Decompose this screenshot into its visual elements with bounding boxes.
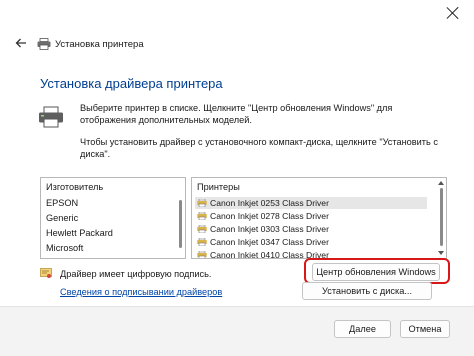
list-item[interactable]: Generic	[46, 213, 78, 223]
list-item[interactable]: EPSON	[46, 198, 78, 208]
page-heading: Установка драйвера принтера	[40, 76, 223, 91]
scrollbar[interactable]	[179, 200, 182, 248]
list-item[interactable]: Hewlett Packard	[46, 228, 113, 238]
list-item[interactable]: Canon Inkjet 0410 Class Driver	[195, 249, 427, 258]
have-disk-button[interactable]: Установить с диска...	[302, 282, 432, 300]
driver-signing-link[interactable]: Сведения о подписывании драйверов	[60, 287, 222, 297]
printer-driver-name: Canon Inkjet 0303 Class Driver	[210, 224, 329, 234]
scroll-up-icon[interactable]	[438, 181, 444, 185]
printer-driver-name: Canon Inkjet 0410 Class Driver	[210, 250, 329, 258]
list-item[interactable]: Canon Inkjet 0347 Class Driver	[195, 236, 427, 248]
certificate-icon	[40, 268, 52, 278]
scrollbar[interactable]	[440, 188, 443, 246]
window-title: Установка принтера	[55, 39, 144, 50]
highlight-box	[304, 258, 450, 284]
list-item[interactable]: Microsoft	[46, 243, 83, 253]
list-item[interactable]: Canon Inkjet 0253 Class Driver	[195, 197, 427, 209]
manufacturer-list[interactable]: Изготовитель EPSON Generic Hewlett Packa…	[40, 177, 186, 259]
printer-list-header: Принтеры	[197, 182, 240, 192]
printer-icon	[39, 106, 63, 128]
printer-icon	[197, 238, 207, 246]
manufacturer-list-header: Изготовитель	[46, 182, 104, 192]
next-button[interactable]: Далее	[334, 320, 391, 338]
title-bar	[0, 0, 474, 30]
list-item[interactable]: Canon Inkjet 0303 Class Driver	[195, 223, 427, 235]
printer-icon	[197, 199, 207, 207]
printer-driver-name: Canon Inkjet 0347 Class Driver	[210, 237, 329, 247]
description-install-from-disk: Чтобы установить драйвер с установочного…	[80, 137, 438, 159]
printer-icon	[197, 212, 207, 220]
scroll-down-icon[interactable]	[438, 251, 444, 255]
cancel-button[interactable]: Отмена	[400, 320, 450, 338]
printer-icon	[197, 225, 207, 233]
printer-icon	[197, 251, 207, 258]
description-select-printer: Выберите принтер в списке. Щелкните "Цен…	[80, 103, 393, 125]
list-item[interactable]: Canon Inkjet 0278 Class Driver	[195, 210, 427, 222]
back-arrow-icon[interactable]	[14, 36, 28, 50]
close-icon[interactable]	[444, 4, 462, 22]
signature-status: Драйвер имеет цифровую подпись.	[60, 269, 212, 279]
printer-driver-name: Canon Inkjet 0253 Class Driver	[210, 198, 329, 208]
printer-list[interactable]: Принтеры Canon Inkjet 0253 Class Driver …	[191, 177, 447, 259]
printer-icon	[37, 38, 51, 50]
printer-driver-name: Canon Inkjet 0278 Class Driver	[210, 211, 329, 221]
printer-install-dialog: Установка принтера Установка драйвера пр…	[0, 0, 474, 356]
